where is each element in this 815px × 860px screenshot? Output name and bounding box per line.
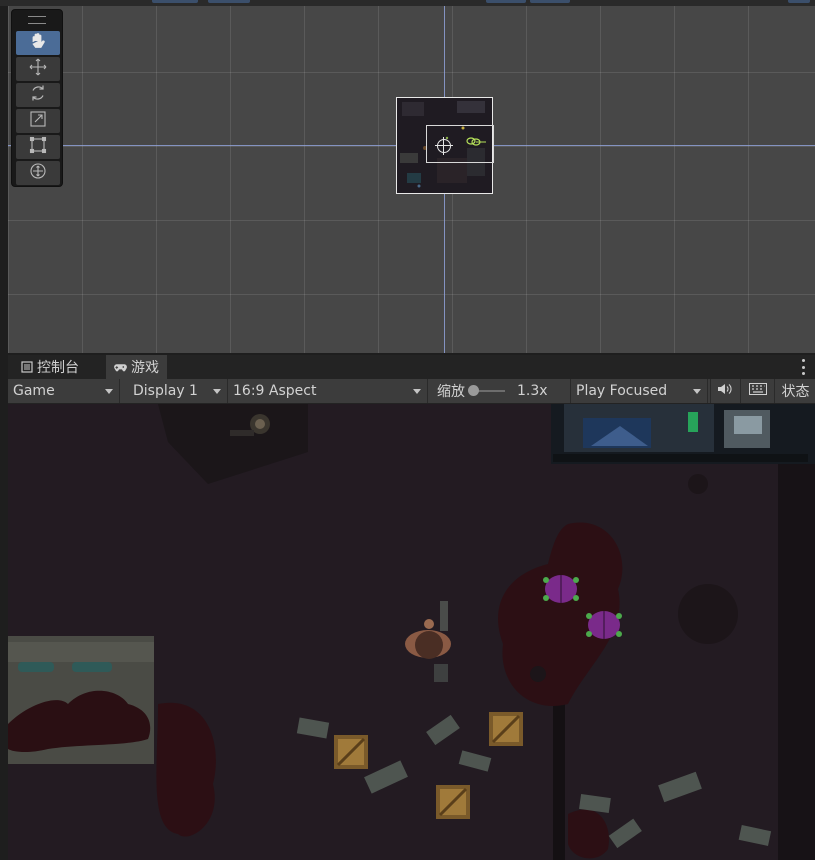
chevron-down-icon	[213, 389, 221, 394]
mute-audio-button[interactable]	[710, 379, 739, 403]
scene-top-tab[interactable]	[152, 0, 198, 3]
kebab-dot	[801, 359, 805, 362]
scale-tool-button[interactable]	[16, 109, 60, 133]
rotate-tool-icon	[28, 83, 48, 107]
scale-value: 1.3x	[517, 383, 548, 399]
scale-label: 缩放	[437, 384, 465, 400]
chevron-down-icon	[693, 389, 701, 394]
chevron-down-icon	[413, 389, 421, 394]
scale-tool-icon	[28, 109, 48, 133]
console-icon	[20, 361, 33, 374]
move-tool-icon	[28, 57, 48, 81]
panel-menu-button[interactable]	[801, 359, 805, 375]
tab-game[interactable]: 游戏	[106, 355, 167, 379]
corridor-wall	[778, 464, 815, 860]
lab-table	[8, 636, 154, 764]
scene-top-tab[interactable]	[788, 0, 810, 3]
stats-button[interactable]: 状态	[774, 379, 815, 403]
scene-view[interactable]	[8, 6, 815, 353]
game-world-render	[8, 404, 815, 860]
game-view[interactable]	[8, 404, 815, 860]
play-mode-dropdown[interactable]: Play Focused	[570, 379, 708, 403]
pivot-handle[interactable]	[435, 137, 453, 155]
aspect-value: 16:9 Aspect	[233, 383, 317, 399]
gizmos-toggle-button[interactable]	[740, 379, 775, 403]
beetle-enemy	[586, 611, 622, 639]
scale-slider-handle[interactable]	[468, 385, 479, 396]
kebab-dot	[801, 372, 805, 375]
move-tool-button[interactable]	[16, 57, 60, 81]
rect-tool-icon	[28, 135, 48, 159]
scene-top-tab[interactable]	[208, 0, 250, 3]
rect-tool-button[interactable]	[16, 135, 60, 159]
scale-control: 缩放 1.3x	[437, 379, 548, 403]
scale-slider[interactable]	[468, 385, 505, 396]
gamepad-icon	[114, 361, 127, 374]
player-collider-gizmo[interactable]	[464, 136, 486, 148]
keyboard-icon	[749, 383, 767, 399]
transform-tool-icon	[28, 161, 48, 185]
chevron-down-icon	[105, 389, 113, 394]
tab-label: 控制台	[37, 360, 79, 376]
transform-tool-button[interactable]	[16, 161, 60, 185]
kebab-dot	[801, 365, 805, 369]
scene-top-tab[interactable]	[530, 0, 570, 3]
hand-tool-button[interactable]	[16, 31, 60, 55]
rotate-tool-button[interactable]	[16, 83, 60, 107]
speaker-icon	[717, 382, 733, 400]
view-mode-value: Game	[13, 383, 55, 399]
view-mode-dropdown[interactable]: Game	[8, 379, 120, 403]
display-value: Display 1	[133, 383, 198, 399]
wooden-crate	[436, 785, 470, 819]
play-mode-value: Play Focused	[576, 383, 668, 399]
hand-tool-icon	[28, 31, 48, 55]
tab-console[interactable]: 控制台	[12, 355, 87, 379]
tab-label: 游戏	[131, 360, 159, 376]
lab-room	[551, 404, 815, 464]
stats-label: 状态	[781, 384, 810, 400]
game-toolbar: Game Display 1 16:9 Aspect 缩放 1.3x Play …	[8, 379, 815, 404]
toolbar-drag-handle[interactable]	[28, 16, 46, 24]
scene-tools-overlay	[11, 9, 63, 187]
wooden-crate	[489, 712, 523, 746]
wooden-crate	[334, 735, 368, 769]
panel-tab-bar: 控制台 游戏	[8, 355, 815, 379]
scene-top-tab[interactable]	[486, 0, 526, 3]
display-dropdown[interactable]: Display 1	[128, 379, 228, 403]
aspect-dropdown[interactable]: 16:9 Aspect	[228, 379, 428, 403]
beetle-enemy	[543, 575, 579, 603]
